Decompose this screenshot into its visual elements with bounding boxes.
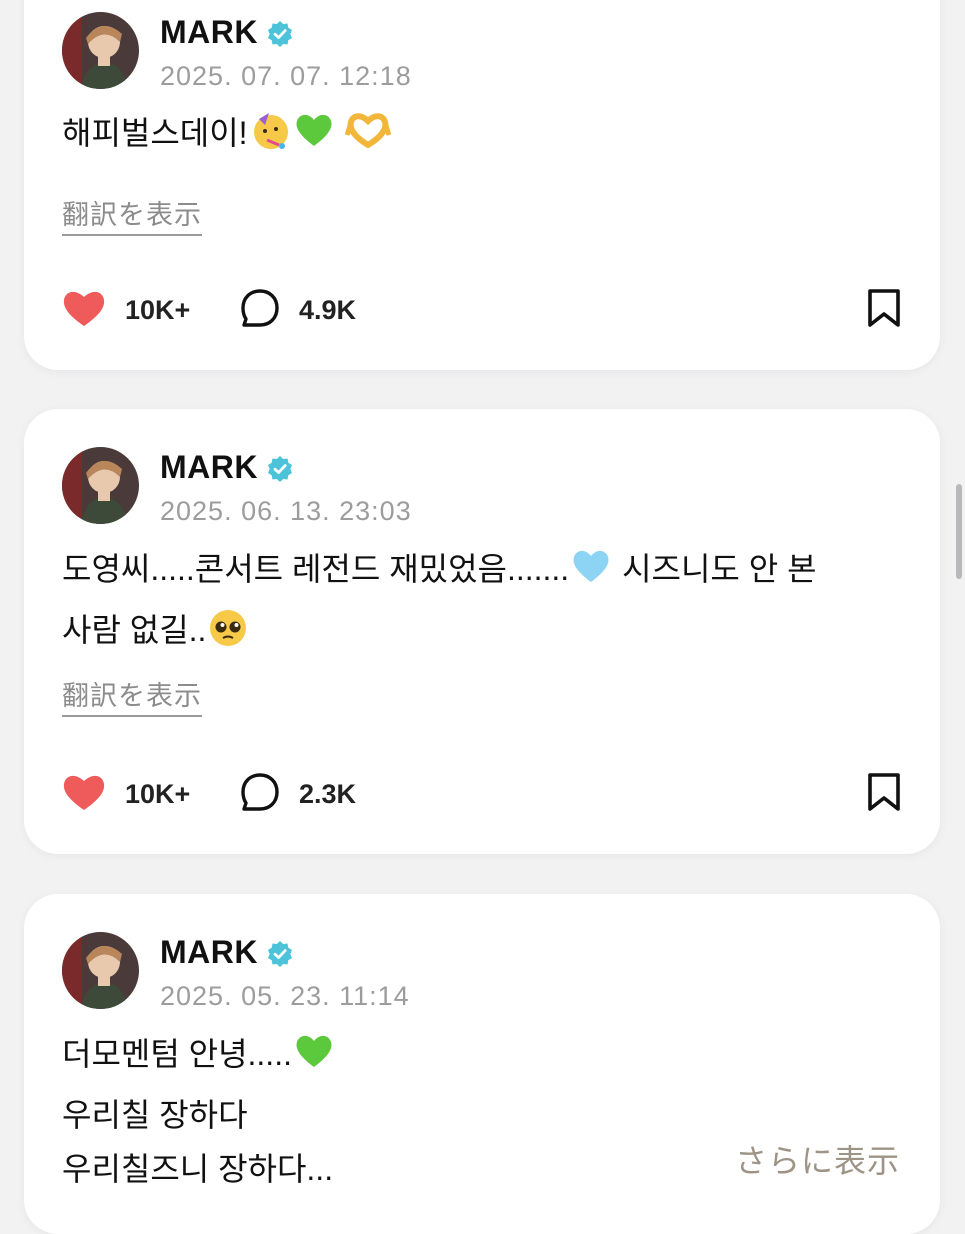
verified-badge-icon (266, 939, 294, 967)
post-text-segment: 도영씨.....콘서트 레전드 재밌었음....... (62, 551, 570, 587)
post-card: MARK 2025. 06. 13. 23:03 도영씨.....콘서트 레전드… (24, 409, 940, 854)
author-name[interactable]: MARK (160, 934, 294, 971)
like-button[interactable]: 10K+ (62, 769, 190, 819)
post-date: 2025. 07. 07. 12:18 (160, 61, 412, 91)
author-name[interactable]: MARK (160, 14, 294, 51)
post-text-segment: 시즈니도 안 본 (613, 551, 817, 587)
heart-hands-emoji-icon (345, 109, 392, 167)
post-text-line: 해피벌스데이! (62, 106, 900, 167)
comment-icon (240, 288, 280, 333)
author-name-label: MARK (160, 449, 258, 485)
bookmark-button[interactable] (866, 769, 902, 819)
post-text-line: 도영씨.....콘서트 레전드 재밌었음....... 시즈니도 안 본 (62, 542, 900, 603)
author-name-label: MARK (160, 934, 258, 970)
translate-button[interactable]: 翻訳を表示 (62, 193, 202, 236)
post-card: MARK 2025. 05. 23. 11:14 더모멘텀 안녕..... 우리… (24, 894, 940, 1234)
comment-icon (240, 772, 280, 817)
post-date: 2025. 06. 13. 23:03 (160, 496, 412, 526)
post-text: 해피벌스데이! (62, 106, 900, 167)
heart-icon (62, 772, 106, 817)
avatar[interactable] (62, 932, 139, 1009)
green-heart-emoji-icon (293, 109, 335, 167)
avatar[interactable] (62, 12, 139, 89)
bookmark-icon (866, 288, 902, 333)
post-date: 2025. 05. 23. 11:14 (160, 981, 410, 1011)
green-heart-emoji-icon (293, 1030, 335, 1088)
post-text-segment: 해피벌스데이! (62, 115, 248, 151)
post-text-segment: 사람 없길.. (62, 612, 207, 648)
comment-button[interactable]: 4.9K (240, 285, 356, 335)
like-count: 10K+ (125, 294, 191, 325)
post-text-line: 더모멘텀 안녕..... (62, 1027, 900, 1088)
post-text-segment: 더모멘텀 안녕..... (62, 1036, 292, 1072)
comment-count: 2.3K (299, 778, 357, 809)
post-card: MARK 2025. 07. 07. 12:18 해피벌스데이! 翻訳を表示 1… (24, 0, 940, 370)
post-actions: 10K+ 2.3K (62, 769, 902, 819)
bookmark-button[interactable] (866, 285, 902, 335)
comment-count: 4.9K (299, 294, 357, 325)
comment-button[interactable]: 2.3K (240, 769, 356, 819)
verified-badge-icon (266, 454, 294, 482)
post-text: 도영씨.....콘서트 레전드 재밌었음....... 시즈니도 안 본 사람 … (62, 542, 900, 664)
post-text-line: 사람 없길.. (62, 603, 900, 664)
partying-face-emoji-icon (249, 109, 291, 167)
light-blue-heart-emoji-icon (570, 545, 612, 603)
avatar[interactable] (62, 447, 139, 524)
translate-button[interactable]: 翻訳を表示 (62, 674, 202, 717)
like-button[interactable]: 10K+ (62, 285, 190, 335)
bookmark-icon (866, 772, 902, 817)
post-actions: 10K+ 4.9K (62, 285, 902, 335)
post-text-line: 우리칠 장하다 (62, 1097, 248, 1133)
author-name-label: MARK (160, 14, 258, 50)
verified-badge-icon (266, 19, 294, 47)
author-name[interactable]: MARK (160, 449, 294, 486)
pleading-face-emoji-icon (207, 606, 249, 664)
scrollbar[interactable] (956, 484, 962, 579)
show-more-button[interactable]: さらに表示 (735, 1136, 900, 1182)
like-count: 10K+ (125, 778, 191, 809)
heart-icon (62, 288, 106, 333)
